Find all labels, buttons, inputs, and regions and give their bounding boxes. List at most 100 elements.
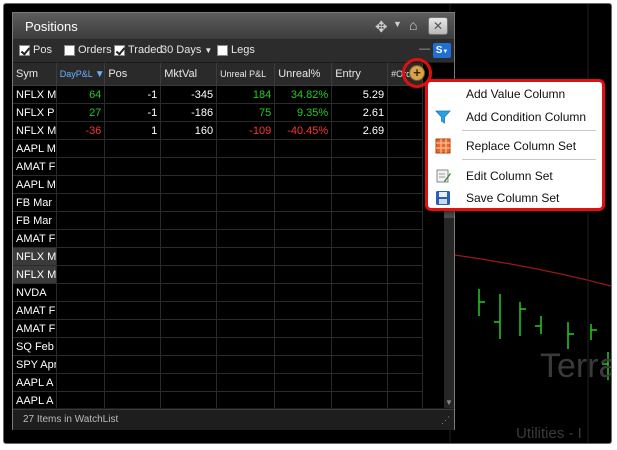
legs-checkbox-box[interactable] [217,44,228,56]
cell-pos [104,355,162,374]
close-button[interactable]: ✕ [428,17,448,35]
cell-unrealpct [274,157,333,176]
traded-period-value: 30 Days [161,44,202,56]
cell-unrealpl [216,319,276,338]
cell-mktval [160,265,218,284]
cell-entry [331,175,389,194]
save-icon [436,191,450,205]
cell-ord [387,157,423,176]
cell-sym: AMAT F [13,319,57,338]
cell-unrealpl [216,157,276,176]
pin-icon[interactable]: ⌂ [409,17,417,33]
cell-unrealpct [274,175,333,194]
column-header-mktval[interactable]: MktVal [160,63,218,86]
table-row[interactable]: SPY Apr [13,355,423,374]
cell-unrealpct [274,337,333,356]
table-row[interactable]: NFLX M -36 1 160 -109 -40.45% 2.69 [13,121,423,140]
table-row[interactable]: FB Mar [13,211,423,230]
cell-unrealpct [274,301,333,320]
cell-unrealpct: -40.45% [274,121,333,140]
cell-sym: NFLX M [13,247,57,266]
cell-unrealpct: 9.35% [274,103,333,122]
chevron-down-icon: ▼ [204,45,213,55]
table-row[interactable]: FB Mar [13,193,423,212]
legs-checkbox[interactable]: Legs [217,44,255,56]
cell-entry: 2.69 [331,121,389,140]
cell-mktval [160,175,218,194]
cell-pos [104,391,162,408]
cell-daypl [56,247,106,266]
traded-checkbox-box[interactable] [114,44,125,56]
column-header-daypl[interactable]: DayP&L ▼ [56,63,106,86]
cell-sym: SQ Feb [13,337,57,356]
minimize-icon[interactable]: — [419,43,430,55]
status-bar: 27 Items in WatchList ⋰ [13,409,454,430]
cell-ord [387,175,423,194]
settings-s-button[interactable]: S▼ [433,43,451,58]
scroll-down-icon[interactable]: ▼ [445,398,453,407]
table-row[interactable]: NFLX M [13,247,423,266]
add-column-button[interactable]: + [409,65,425,81]
table-row[interactable]: AMAT F [13,157,423,176]
menu-item-edit-column-set[interactable]: Edit Column Set [428,165,602,187]
chevron-down-icon[interactable]: ▼ [393,19,402,29]
cell-sym: FB Mar [13,193,57,212]
cell-daypl [56,373,106,392]
cell-unrealpl [216,139,276,158]
cell-unrealpct [274,373,333,392]
table-row[interactable]: NFLX P 27 -1 -186 75 9.35% 2.61 [13,103,423,122]
table-row[interactable]: NFLX M [13,265,423,284]
pos-checkbox[interactable]: Pos [19,44,52,56]
pos-checkbox-box[interactable] [19,44,30,56]
menu-item-save-column-set[interactable]: Save Column Set [428,187,602,209]
cell-entry [331,319,389,338]
cell-sym: NFLX M [13,265,57,284]
table-row[interactable]: NFLX M 64 -1 -345 184 34.82% 5.29 [13,85,423,104]
traded-period-dropdown[interactable]: 30 Days ▼ [161,44,212,56]
table-row[interactable]: AAPL M [13,139,423,158]
cell-ord [387,301,423,320]
cell-pos [104,247,162,266]
orders-checkbox-box[interactable] [64,44,75,56]
status-text: 27 Items in WatchList [23,414,119,425]
table-header-row: Sym DayP&L ▼ Pos MktVal Unreal P&L Unreal… [13,63,423,86]
table-row[interactable]: AAPL A [13,391,423,408]
table-row[interactable]: AAPL M [13,175,423,194]
menu-item-add-value-column[interactable]: Add Value Column [428,83,602,105]
column-header-unreal-pct[interactable]: Unreal% [274,63,333,86]
cell-unrealpl: -109 [216,121,276,140]
cell-unrealpl [216,337,276,356]
window-title: Positions [25,19,78,34]
chevron-down-icon: ▼ [442,49,449,55]
table-row[interactable]: AMAT F [13,319,423,338]
column-header-sym[interactable]: Sym [13,63,57,86]
table-row[interactable]: AMAT F [13,301,423,320]
traded-checkbox[interactable]: Traded [114,44,162,56]
orders-checkbox[interactable]: Orders [64,44,112,56]
cell-pos: -1 [104,103,162,122]
column-header-pos[interactable]: Pos [104,63,162,86]
cell-entry [331,247,389,266]
menu-item-replace-column-set[interactable]: Replace Column Set [428,135,602,157]
cell-unrealpct [274,391,333,408]
cell-mktval [160,193,218,212]
resize-grip-icon[interactable]: ⋰ [441,415,450,426]
cell-unrealpl [216,391,276,408]
move-icon[interactable]: ✥ [375,18,388,36]
legs-checkbox-label: Legs [231,44,255,56]
cell-daypl [56,265,106,284]
options-bar: Pos Orders Traded 30 Days ▼ Legs — S▼ [13,40,454,62]
cell-sym: AAPL M [13,175,57,194]
cell-mktval [160,247,218,266]
column-header-entry[interactable]: Entry [331,63,389,86]
menu-item-add-condition-column[interactable]: Add Condition Column [428,106,602,128]
table-row[interactable]: AMAT F [13,229,423,248]
title-bar[interactable]: Positions ✥ ▼ ⌂ ✕ [13,13,454,40]
table-row[interactable]: NVDA [13,283,423,302]
cell-unrealpl: 75 [216,103,276,122]
table-row[interactable]: AAPL A [13,373,423,392]
table-row[interactable]: SQ Feb [13,337,423,356]
cell-daypl [56,193,106,212]
column-header-unreal-pl[interactable]: Unreal P&L [216,63,276,86]
cell-pos [104,265,162,284]
